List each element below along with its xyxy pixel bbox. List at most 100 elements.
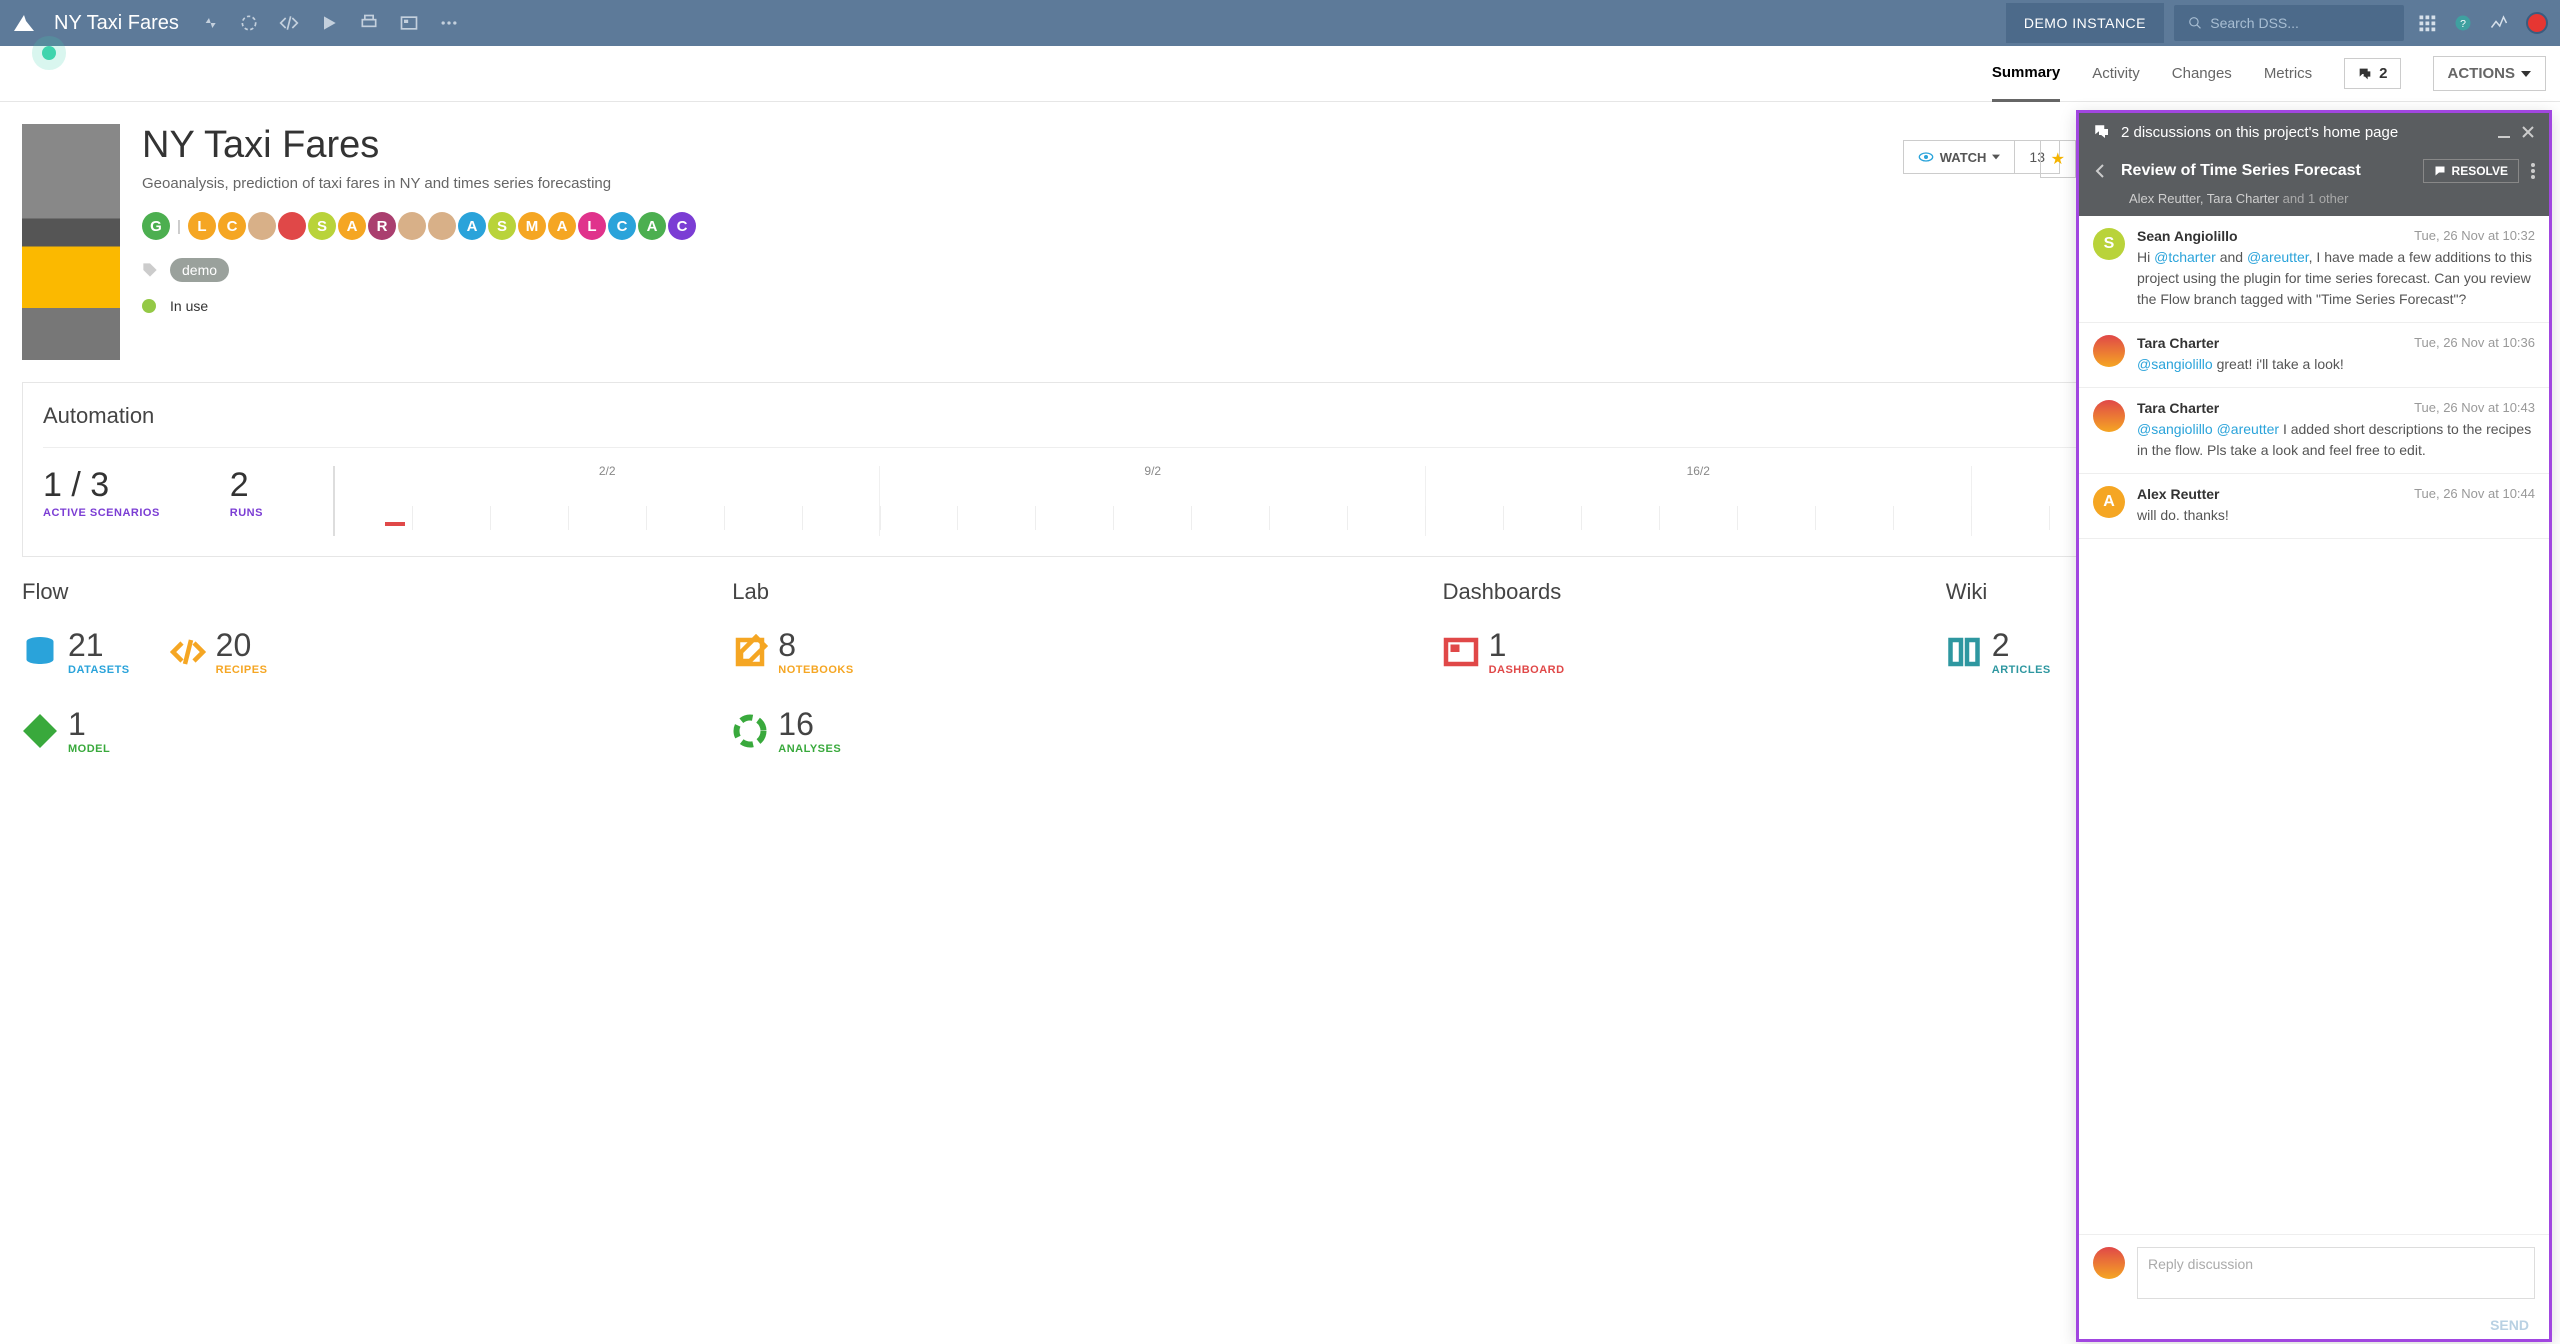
circle-dashed-icon[interactable] [239, 13, 259, 33]
discussion-subheader: Review of Time Series Forecast RESOLVE [2079, 151, 2549, 189]
avatar[interactable]: S [488, 212, 516, 240]
avatar[interactable]: A [548, 212, 576, 240]
message: Tara CharterTue, 26 Nov at 10:43 @sangio… [2079, 388, 2549, 474]
eye-icon [1918, 149, 1934, 165]
tab-changes[interactable]: Changes [2172, 47, 2232, 100]
caret-down-icon [2521, 69, 2531, 79]
comments-icon [2093, 123, 2111, 141]
svg-text:?: ? [2460, 18, 2466, 30]
stat-recipes[interactable]: 20RECIPES [170, 627, 268, 676]
avatar[interactable]: C [608, 212, 636, 240]
stat-articles[interactable]: 2ARTICLES [1946, 627, 2051, 676]
flow-heading: Flow [22, 579, 712, 605]
discussion-header-title: 2 discussions on this project's home pag… [2121, 124, 2398, 141]
message-time: Tue, 26 Nov at 10:32 [2414, 228, 2535, 244]
tag-icon [142, 262, 158, 278]
timeline-error-marker [385, 522, 405, 526]
avatar[interactable] [278, 212, 306, 240]
message-time: Tue, 26 Nov at 10:44 [2414, 486, 2535, 502]
minimize-icon[interactable] [2497, 125, 2511, 139]
avatar[interactable]: C [218, 212, 246, 240]
tab-summary[interactable]: Summary [1992, 46, 2060, 102]
tab-activity[interactable]: Activity [2092, 47, 2140, 100]
avatar[interactable] [398, 212, 426, 240]
mention[interactable]: @areutter [2247, 249, 2309, 265]
avatar[interactable]: S [308, 212, 336, 240]
message-time: Tue, 26 Nov at 10:36 [2414, 335, 2535, 351]
resolve-button[interactable]: RESOLVE [2423, 159, 2519, 183]
close-icon[interactable] [2521, 125, 2535, 139]
code-icon [170, 634, 206, 670]
avatar-row: G | L C S A R A S M A L C A C [142, 212, 696, 240]
mention[interactable]: @sangiolillo [2137, 356, 2213, 372]
message-author: Alex Reutter [2137, 486, 2219, 502]
reply-input[interactable]: Reply discussion [2137, 1247, 2535, 1299]
flow-icon[interactable] [199, 13, 219, 33]
avatar[interactable]: M [518, 212, 546, 240]
stat-notebooks[interactable]: 8NOTEBOOKS [732, 627, 853, 676]
stat-dashboard[interactable]: 1DASHBOARD [1443, 627, 1565, 676]
avatar[interactable]: G [142, 212, 170, 240]
discussion-participants: Alex Reutter, Tara Charter and 1 other [2079, 189, 2549, 216]
message-time: Tue, 26 Nov at 10:43 [2414, 400, 2535, 416]
dataiku-logo-icon[interactable] [12, 11, 36, 35]
topbar-project-title[interactable]: NY Taxi Fares [54, 12, 179, 35]
watch-button[interactable]: WATCH [1904, 141, 2015, 173]
search-input[interactable] [2210, 15, 2390, 31]
avatar[interactable]: A [338, 212, 366, 240]
comments-icon [2357, 66, 2373, 82]
avatar[interactable]: L [188, 212, 216, 240]
more-icon[interactable] [439, 13, 459, 33]
print-icon[interactable] [359, 13, 379, 33]
mention[interactable]: @tcharter [2154, 249, 2216, 265]
topbar: NY Taxi Fares DEMO INSTANCE ? [0, 0, 2560, 46]
status-dot-icon [142, 299, 156, 313]
database-icon [22, 634, 58, 670]
comments-button[interactable]: 2 [2344, 58, 2400, 89]
lab-heading: Lab [732, 579, 1422, 605]
message-author: Tara Charter [2137, 335, 2219, 351]
play-icon[interactable] [319, 13, 339, 33]
timeline-date: 2/2 [599, 464, 616, 478]
more-vertical-icon[interactable] [2531, 163, 2535, 179]
stat-analyses[interactable]: 16ANALYSES [732, 706, 841, 755]
stat-model[interactable]: 1MODEL [22, 706, 110, 755]
tab-metrics[interactable]: Metrics [2264, 47, 2312, 100]
message-text: will do. thanks! [2137, 505, 2535, 526]
send-button[interactable]: SEND [2079, 1311, 2549, 1339]
back-icon[interactable] [2093, 163, 2109, 179]
tag-demo[interactable]: demo [170, 258, 229, 282]
avatar[interactable] [428, 212, 456, 240]
avatar[interactable]: A [638, 212, 666, 240]
dashboards-heading: Dashboards [1443, 579, 1926, 605]
discussion-title: Review of Time Series Forecast [2121, 162, 2411, 180]
avatar[interactable]: R [368, 212, 396, 240]
notification-badge[interactable] [2526, 12, 2548, 34]
avatar[interactable]: A [458, 212, 486, 240]
dashboard-icon [1443, 634, 1479, 670]
help-icon[interactable]: ? [2454, 14, 2472, 32]
timeline-date: 9/2 [1144, 464, 1161, 478]
activity-icon[interactable] [2490, 14, 2508, 32]
discussion-messages: S Sean AngiolilloTue, 26 Nov at 10:32 Hi… [2079, 216, 2549, 1234]
comment-icon [2434, 165, 2446, 177]
avatar[interactable]: C [668, 212, 696, 240]
active-scenarios-label: ACTIVE SCENARIOS [43, 507, 160, 519]
stat-datasets[interactable]: 21DATASETS [22, 627, 130, 676]
actions-button[interactable]: ACTIONS [2433, 56, 2547, 91]
avatar[interactable] [248, 212, 276, 240]
avatar[interactable]: L [578, 212, 606, 240]
subnav: Summary Activity Changes Metrics 2 ACTIO… [0, 46, 2560, 102]
apps-grid-icon[interactable] [2418, 14, 2436, 32]
mention[interactable]: @areutter [2217, 421, 2279, 437]
avatar: A [2093, 486, 2125, 518]
toolbar-icons [199, 13, 459, 33]
mention[interactable]: @sangiolillo [2137, 421, 2213, 437]
avatar [2093, 400, 2125, 432]
dashboard-icon[interactable] [399, 13, 419, 33]
timeline-date: 16/2 [1687, 464, 1710, 478]
status-text: In use [170, 298, 208, 314]
search-box[interactable] [2174, 5, 2404, 41]
code-icon[interactable] [279, 13, 299, 33]
star-button[interactable]: ★ [2040, 140, 2076, 178]
